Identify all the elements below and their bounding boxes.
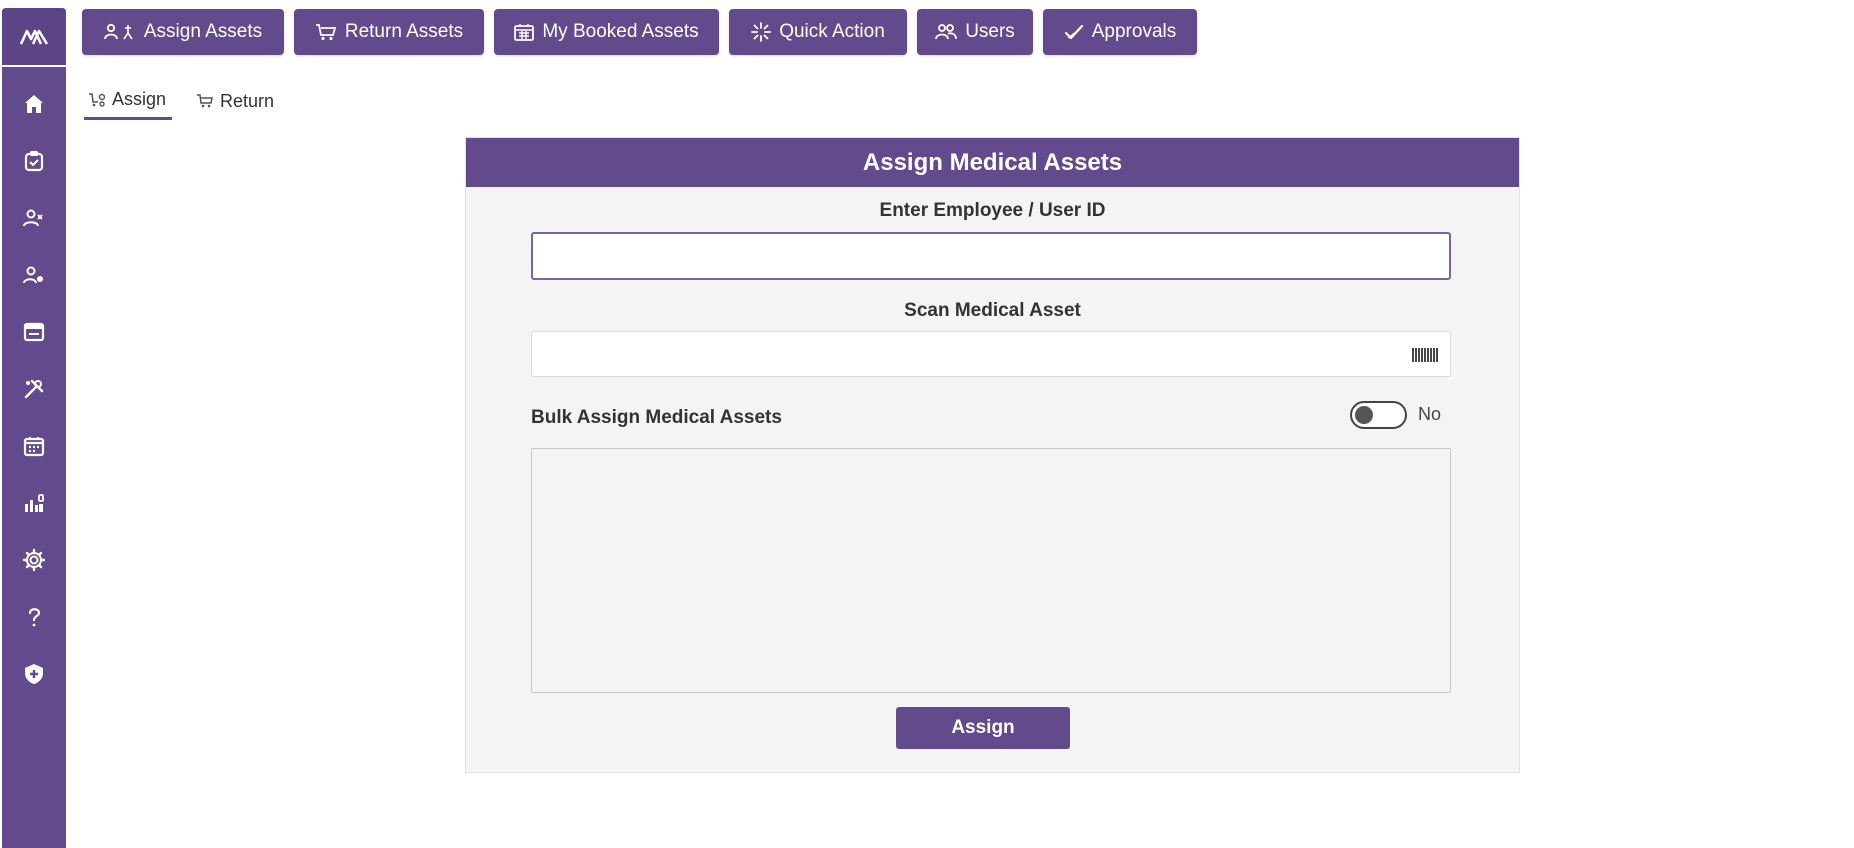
help-icon bbox=[28, 608, 41, 627]
clipboard-icon bbox=[24, 151, 44, 172]
sidebar-reports[interactable] bbox=[2, 483, 66, 523]
bulk-toggle-state: No bbox=[1418, 404, 1442, 424]
scan-asset-label: Scan Medical Asset bbox=[904, 300, 1081, 321]
bulk-assign-toggle[interactable] bbox=[1350, 401, 1407, 429]
bulk-assign-label: Bulk Assign Medical Assets bbox=[531, 407, 782, 428]
bulk-assets-textarea[interactable] bbox=[531, 448, 1451, 693]
assign-tab-icon bbox=[89, 92, 106, 107]
scan-asset-field[interactable] bbox=[531, 331, 1451, 377]
toggle-knob bbox=[1355, 406, 1373, 424]
sidebar-help[interactable] bbox=[2, 597, 66, 637]
app-logo[interactable] bbox=[2, 8, 66, 67]
sidebar-tools[interactable] bbox=[2, 369, 66, 409]
sidebar-security[interactable] bbox=[2, 654, 66, 694]
user-assign-icon bbox=[103, 23, 133, 40]
approvals-label: Approvals bbox=[1091, 21, 1177, 42]
sidebar-home[interactable] bbox=[2, 84, 66, 124]
users-button[interactable]: Users bbox=[917, 9, 1033, 55]
assign-assets-label: Assign Assets bbox=[143, 21, 263, 42]
return-assets-label: Return Assets bbox=[344, 21, 464, 42]
tab-return-label: Return bbox=[220, 90, 275, 111]
reports-icon bbox=[25, 494, 44, 512]
sparkle-icon bbox=[751, 22, 772, 42]
tools-icon bbox=[24, 379, 44, 399]
approve-icon bbox=[1064, 24, 1083, 40]
card-title: Assign Medical Assets bbox=[466, 138, 1519, 187]
sidebar-user-settings[interactable] bbox=[2, 255, 66, 295]
assign-form-card: Assign Medical Assets Enter Employee / U… bbox=[465, 137, 1520, 773]
assign-assets-button[interactable]: Assign Assets bbox=[82, 9, 284, 55]
scan-asset-input[interactable] bbox=[532, 332, 1392, 376]
calendar-icon bbox=[514, 24, 535, 41]
calendar-icon bbox=[23, 437, 45, 457]
users-icon bbox=[935, 24, 958, 40]
my-booked-assets-button[interactable]: My Booked Assets bbox=[494, 9, 719, 55]
security-shield-icon bbox=[25, 664, 43, 684]
top-nav: Assign Assets Return Assets My Booked As… bbox=[82, 9, 1207, 55]
sidebar-calendar[interactable] bbox=[2, 426, 66, 466]
barcode-icon[interactable] bbox=[1412, 346, 1438, 364]
cart-icon bbox=[197, 94, 213, 108]
employee-id-label: Enter Employee / User ID bbox=[879, 200, 1106, 221]
tab-assign[interactable]: Assign bbox=[84, 82, 172, 120]
settings-gear-icon bbox=[22, 548, 46, 572]
sidebar-settings[interactable] bbox=[2, 540, 66, 580]
users-label: Users bbox=[965, 21, 1015, 42]
tab-assign-label: Assign bbox=[112, 89, 167, 109]
logo-icon bbox=[19, 29, 49, 45]
quick-action-label: Quick Action bbox=[779, 21, 885, 42]
assets-card-icon bbox=[23, 322, 45, 342]
assign-submit-button[interactable]: Assign bbox=[896, 707, 1070, 749]
home-icon bbox=[25, 95, 43, 113]
my-booked-assets-label: My Booked Assets bbox=[542, 21, 699, 42]
tab-return[interactable]: Return bbox=[192, 82, 282, 120]
cart-return-icon bbox=[315, 24, 337, 41]
approvals-button[interactable]: Approvals bbox=[1043, 9, 1197, 55]
user-group-icon bbox=[23, 209, 43, 227]
user-settings-icon bbox=[23, 266, 43, 284]
sidebar-user-group[interactable] bbox=[2, 198, 66, 238]
employee-id-input[interactable] bbox=[531, 232, 1451, 280]
sidebar bbox=[2, 8, 66, 848]
sidebar-clipboard[interactable] bbox=[2, 141, 66, 181]
return-assets-button[interactable]: Return Assets bbox=[294, 9, 484, 55]
sub-tabs: Assign Return bbox=[84, 82, 282, 120]
sidebar-assets-card[interactable] bbox=[2, 312, 66, 352]
quick-action-button[interactable]: Quick Action bbox=[729, 9, 907, 55]
